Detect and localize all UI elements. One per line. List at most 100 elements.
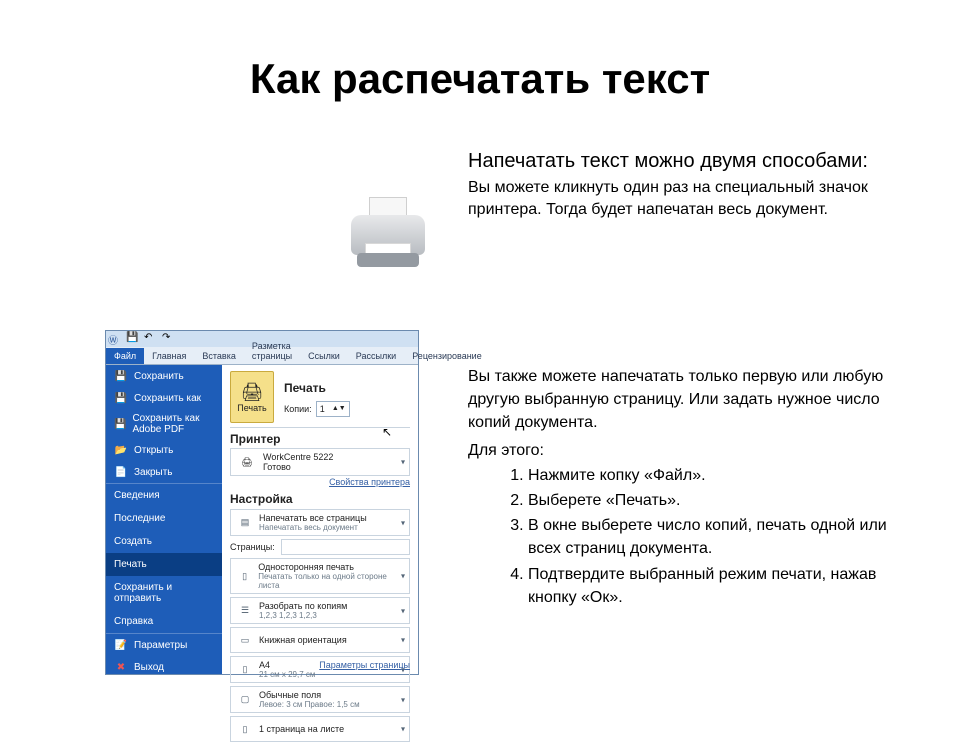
paper-icon: ▯ — [237, 661, 253, 679]
printer-properties-link[interactable]: Свойства принтера — [329, 477, 410, 487]
pages-icon: ▤ — [237, 514, 253, 532]
printer-illustration — [340, 190, 435, 275]
word-screenshot: Ⓦ 💾 ↶ ↷ Файл Главная Вставка Разметка ст… — [105, 330, 419, 675]
option-label: Книжная ориентация — [259, 635, 347, 645]
pdf-icon: 💾 — [114, 417, 126, 431]
save-icon: 💾 — [114, 369, 128, 383]
chevron-down-icon: ▾ — [401, 636, 405, 645]
option-sublabel: Печатать только на одной стороне листа — [258, 572, 403, 590]
printer-icon: 🖨 — [241, 382, 264, 403]
redo-icon[interactable]: ↷ — [162, 332, 176, 346]
options-icon: 📝 — [114, 638, 128, 652]
sidebar-item-print[interactable]: Печать — [106, 553, 222, 576]
tab-layout[interactable]: Разметка страницы — [244, 338, 300, 364]
chevron-down-icon: ▾ — [401, 458, 405, 467]
save-icon[interactable]: 💾 — [126, 332, 140, 346]
step-item: Нажмите копку «Файл». — [528, 464, 898, 487]
option-label: Напечатать все страницы — [259, 513, 367, 523]
option-label: Односторонняя печать — [258, 562, 403, 572]
word-app-icon: Ⓦ — [108, 332, 122, 346]
sidebar-item-label: Закрыть — [134, 467, 173, 478]
margins-icon: ▢ — [237, 691, 253, 709]
pages-label: Страницы: — [230, 542, 275, 552]
option-label: 1 страница на листе — [259, 724, 344, 734]
print-button[interactable]: 🖨 Печать — [230, 371, 274, 423]
exit-icon: ✖ — [114, 660, 128, 674]
sidebar-item-close[interactable]: 📄 Закрыть — [106, 461, 222, 484]
option-sublabel: Напечатать весь документ — [259, 523, 367, 532]
section1-intro: Напечатать текст можно двумя способами: — [468, 150, 898, 173]
section2-forthis: Для этого: — [468, 439, 898, 462]
single-side-icon: ▯ — [237, 567, 252, 585]
sidebar-item-recent[interactable]: Последние — [106, 507, 222, 530]
section1-body: Вы можете кликнуть один раз на специальн… — [468, 177, 898, 222]
cursor-icon: ↖ — [382, 425, 392, 439]
option-sublabel: 1,2,3 1,2,3 1,2,3 — [259, 611, 347, 620]
close-doc-icon: 📄 — [114, 465, 128, 479]
pages-input[interactable] — [281, 539, 410, 555]
print-button-label: Печать — [237, 403, 266, 413]
sidebar-item-label: Параметры — [134, 640, 187, 651]
printer-select[interactable]: 🖨 WorkCentre 5222 Готово ▾ — [230, 448, 410, 476]
copies-stepper[interactable]: 1 ▲▼ — [316, 401, 350, 417]
sidebar-item-new[interactable]: Создать — [106, 530, 222, 553]
open-icon: 📂 — [114, 443, 128, 457]
option-label: Обычные поля — [259, 690, 360, 700]
tab-review[interactable]: Рецензирование — [404, 348, 490, 364]
per-sheet-icon: ▯ — [237, 720, 253, 738]
chevron-down-icon: ▾ — [401, 572, 405, 581]
tab-insert[interactable]: Вставка — [194, 348, 243, 364]
option-sublabel: 21 см x 29,7 см — [259, 670, 315, 679]
sidebar-item-save[interactable]: 💾 Сохранить — [106, 365, 222, 387]
chevron-down-icon: ▾ — [401, 725, 405, 734]
stepper-arrows-icon[interactable]: ▲▼ — [332, 406, 346, 412]
steps-list: Нажмите копку «Файл». Выберете «Печать».… — [492, 464, 898, 609]
tab-file[interactable]: Файл — [106, 348, 144, 364]
option-margins[interactable]: ▢ Обычные поля Левое: 3 см Правое: 1,5 с… — [230, 686, 410, 713]
ribbon-tabs: Файл Главная Вставка Разметка страницы С… — [106, 347, 418, 365]
collate-icon: ☰ — [237, 602, 253, 620]
printer-name: WorkCentre 5222 — [263, 452, 333, 462]
option-label: A4 — [259, 660, 315, 670]
page-setup-link[interactable]: Параметры страницы — [319, 660, 410, 670]
tab-refs[interactable]: Ссылки — [300, 348, 348, 364]
sidebar-item-exit[interactable]: ✖ Выход — [106, 656, 222, 678]
option-print-all-pages[interactable]: ▤ Напечатать все страницы Напечатать вес… — [230, 509, 410, 536]
option-label: Разобрать по копиям — [259, 601, 347, 611]
step-item: Выберете «Печать». — [528, 489, 898, 512]
page-title: Как распечатать текст — [0, 55, 960, 103]
step-item: В окне выберете число копий, печать одно… — [528, 514, 898, 560]
section2-para: Вы также можете напечатать только первую… — [468, 365, 898, 435]
step-item: Подтвердите выбранный режим печати, нажа… — [528, 563, 898, 609]
option-sublabel: Левое: 3 см Правое: 1,5 см — [259, 700, 360, 709]
printer-status: Готово — [263, 462, 333, 472]
sidebar-item-label: Сохранить как Adobe PDF — [132, 413, 214, 435]
tab-home[interactable]: Главная — [144, 348, 194, 364]
settings-section-title: Настройка — [230, 492, 410, 506]
sidebar-item-label: Выход — [134, 662, 164, 673]
option-collate[interactable]: ☰ Разобрать по копиям 1,2,3 1,2,3 1,2,3 … — [230, 597, 410, 624]
option-single-sided[interactable]: ▯ Односторонняя печать Печатать только н… — [230, 558, 410, 594]
chevron-down-icon: ▾ — [401, 518, 405, 527]
undo-icon[interactable]: ↶ — [144, 332, 158, 346]
sidebar-item-help[interactable]: Справка — [106, 610, 222, 634]
sidebar-item-label: Сохранить как — [134, 393, 201, 404]
copies-value: 1 — [320, 404, 325, 414]
sidebar-item-label: Открыть — [134, 445, 173, 456]
sidebar-item-savepdf[interactable]: 💾 Сохранить как Adobe PDF — [106, 409, 222, 439]
sidebar-item-saveas[interactable]: 💾 Сохранить как — [106, 387, 222, 409]
backstage-sidebar: 💾 Сохранить 💾 Сохранить как 💾 Сохранить как… — [106, 365, 222, 674]
option-orientation[interactable]: ▭ Книжная ориентация ▾ — [230, 627, 410, 653]
chevron-down-icon: ▾ — [401, 695, 405, 704]
print-pane-title: Печать — [284, 381, 350, 395]
tab-mail[interactable]: Рассылки — [348, 348, 404, 364]
sidebar-item-share[interactable]: Сохранить и отправить — [106, 576, 222, 610]
sidebar-item-label: Сохранить — [134, 371, 184, 382]
copies-label: Копии: — [284, 404, 312, 414]
sidebar-item-open[interactable]: 📂 Открыть — [106, 439, 222, 461]
printer-status-icon: 🖨 — [237, 453, 257, 471]
saveas-icon: 💾 — [114, 391, 128, 405]
sidebar-item-options[interactable]: 📝 Параметры — [106, 634, 222, 656]
orientation-icon: ▭ — [237, 631, 253, 649]
sidebar-item-info[interactable]: Сведения — [106, 484, 222, 507]
